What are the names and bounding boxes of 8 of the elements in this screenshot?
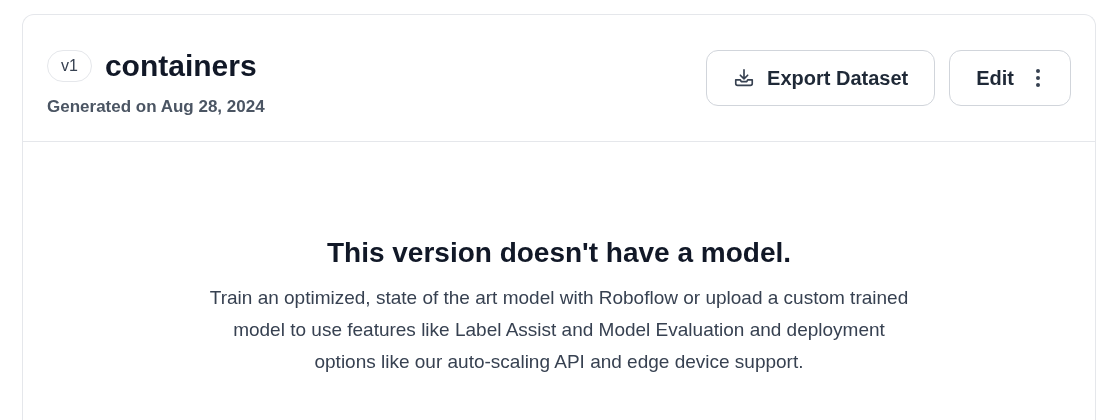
version-title: containers	[104, 48, 257, 84]
generated-date: Generated on Aug 28, 2024	[47, 96, 265, 118]
edit-button[interactable]: Edit	[949, 50, 1071, 106]
download-icon	[733, 67, 756, 89]
empty-state-title: This version doesn't have a model.	[326, 236, 792, 270]
export-button[interactable]: Export Dataset	[706, 50, 936, 106]
more-icon	[1036, 69, 1040, 87]
empty-state-description: Train an optimized, state of the art model with Roboflow or upload a custom trained model to use features like Label Assist and Model Evaluation and deployment options like our auto-scaling API and edge device support.	[209, 286, 909, 374]
